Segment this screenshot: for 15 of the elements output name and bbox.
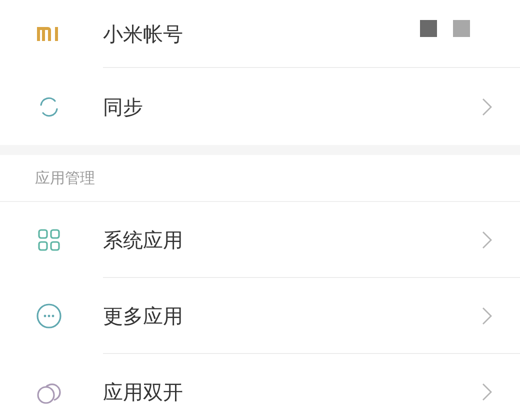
- menu-item-label[interactable]: 应用双开: [103, 377, 482, 407]
- chevron-right-icon: [482, 306, 492, 324]
- grid-icon: [36, 228, 60, 252]
- logo-icon: [36, 27, 60, 41]
- menu-item-label[interactable]: 同步: [103, 92, 482, 122]
- menu-item-label[interactable]: 小米帐号: [103, 18, 420, 48]
- masked-block: [453, 20, 470, 37]
- chevron-right-icon: [482, 98, 492, 116]
- more-icon: [36, 303, 62, 329]
- chevron-right-icon: [482, 383, 492, 401]
- chevron-right-icon: [482, 230, 492, 248]
- masked-block: [420, 20, 437, 37]
- section-header: 应用管理: [35, 168, 95, 189]
- menu-item-label[interactable]: 更多应用: [103, 300, 482, 330]
- menu-item-label[interactable]: 系统应用: [103, 224, 482, 254]
